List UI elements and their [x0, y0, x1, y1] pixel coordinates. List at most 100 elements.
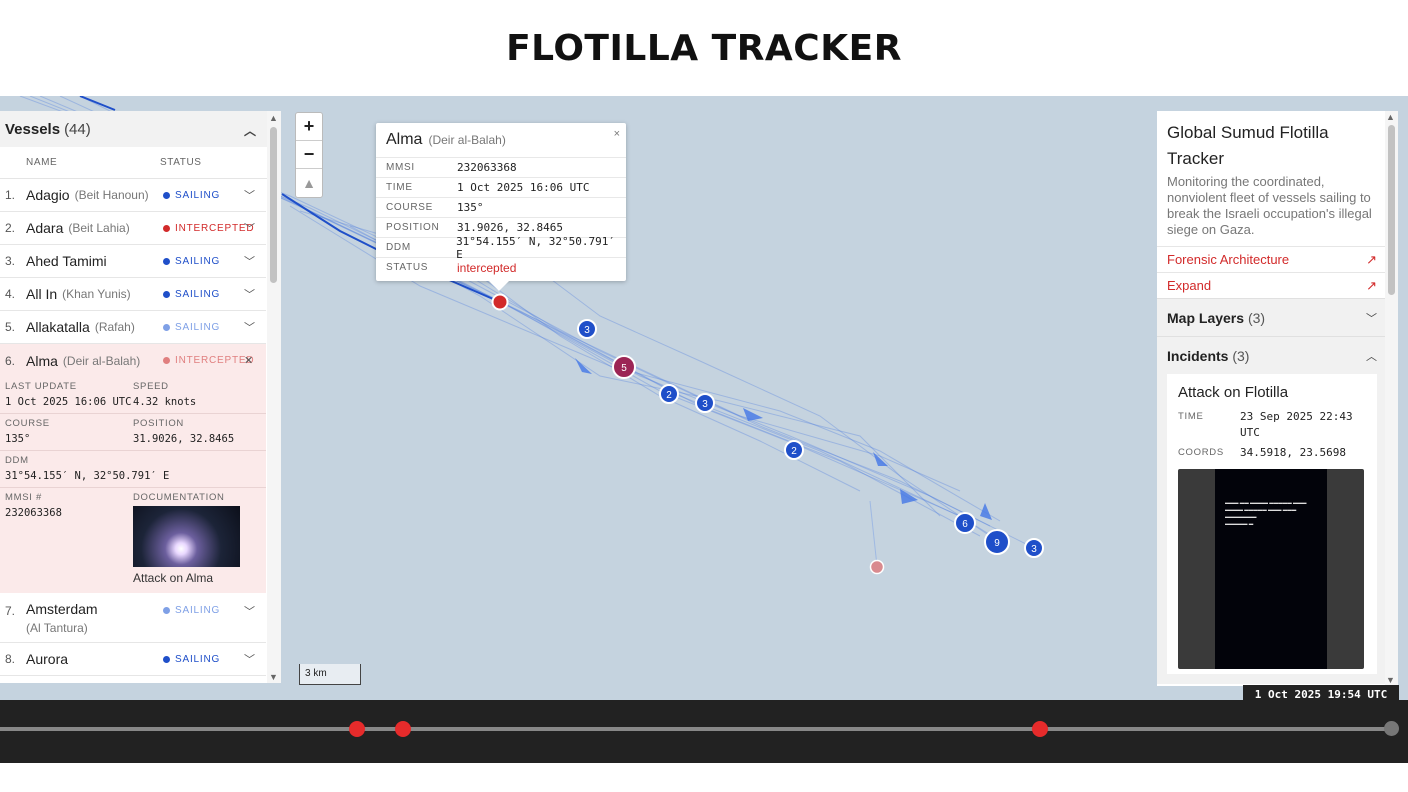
documentation-thumbnail[interactable]	[133, 506, 240, 567]
scrollbar-thumb[interactable]	[270, 127, 277, 283]
map-layers-count: (3)	[1247, 309, 1266, 326]
vessels-column-headers: NAME STATUS	[0, 147, 281, 179]
popup-row: COURSE 135°	[376, 197, 626, 217]
status-dot-icon	[163, 323, 170, 331]
status-badge: SAILING	[163, 289, 220, 300]
incident-card[interactable]: Attack on Flotilla TIME 23 Sep 2025 22:4…	[1167, 374, 1377, 674]
vessel-row[interactable]: 2. Adara (Beit Lahia) INTERCEPTED ﹀	[0, 212, 266, 245]
scroll-up-icon[interactable]: ▲	[269, 113, 278, 123]
zoom-out-button[interactable]: −	[296, 141, 322, 169]
info-panel-scrollbar[interactable]: ▲ ▼	[1385, 111, 1398, 686]
status-badge: INTERCEPTED	[163, 223, 254, 234]
chevron-down-icon[interactable]: ﹀	[244, 253, 255, 269]
vessels-title: Vessels	[5, 120, 61, 138]
incidents-label: Incidents	[1167, 347, 1229, 364]
course-value: 135°	[5, 433, 31, 445]
popup-vessel-name: Alma	[386, 131, 423, 148]
incident-title: Attack on Flotilla	[1178, 384, 1289, 401]
vessel-row-selected[interactable]: 6. Alma (Deir al-Balah) INTERCEPTED ✕	[0, 344, 266, 377]
map-layers-toggle[interactable]: Map Layers (3) ﹀	[1157, 298, 1387, 336]
row-number: 3.	[5, 254, 16, 268]
chevron-down-icon[interactable]: ﹀	[244, 319, 255, 335]
documentation-label: DOCUMENTATION	[133, 492, 225, 503]
ddm-label: DDM	[5, 455, 29, 466]
chevron-up-icon[interactable]: ︿	[244, 122, 256, 139]
mmsi-label: MMSI #	[5, 492, 42, 503]
vessel-row[interactable]: 4. All In (Khan Yunis) SAILING ﹀	[0, 278, 266, 311]
page-title: FLOTILLA TRACKER	[506, 27, 902, 69]
incidents-list: Attack on Flotilla TIME 23 Sep 2025 22:4…	[1157, 374, 1387, 684]
forensic-architecture-link[interactable]: Forensic Architecture ↗	[1157, 246, 1387, 272]
status-badge: SAILING	[163, 654, 220, 665]
timeline-handle[interactable]	[1384, 721, 1399, 736]
vessel-row[interactable]: 3. Ahed Tamimi SAILING ﹀	[0, 245, 266, 278]
detail-row: MMSI # 232063368 DOCUMENTATION Attack on…	[0, 488, 266, 593]
compass-reset-button[interactable]: ▲	[296, 169, 322, 197]
zoom-in-button[interactable]: +	[296, 113, 322, 141]
incidents-count: (3)	[1232, 347, 1250, 364]
incident-marker[interactable]	[349, 721, 365, 737]
incident-marker[interactable]	[1032, 721, 1048, 737]
incident-coords-row: COORDS 34.5918, 23.5698	[1178, 446, 1346, 459]
chevron-down-icon[interactable]: ﹀	[244, 603, 255, 619]
map-view[interactable]: Vessels (44) ︿ NAME STATUS 1. Adagio (Be…	[0, 96, 1408, 700]
vessel-name: All In	[26, 286, 58, 302]
incidents-toggle[interactable]: Incidents (3) ︿	[1157, 336, 1387, 374]
chevron-down-icon[interactable]: ﹀	[244, 651, 255, 667]
course-label: COURSE	[5, 418, 50, 429]
row-number: 2.	[5, 221, 16, 235]
row-number: 4.	[5, 287, 16, 301]
external-link-icon: ↗	[1366, 277, 1377, 293]
vessel-popup: Alma (Deir al-Balah) × MMSI 232063368 TIM…	[376, 123, 626, 291]
external-link-icon: ↗	[1366, 251, 1377, 267]
mmsi-value: 232063368	[5, 507, 62, 519]
zoom-controls: + − ▲	[295, 112, 323, 198]
status-badge: SAILING	[163, 190, 220, 201]
vessels-panel: Vessels (44) ︿ NAME STATUS 1. Adagio (Be…	[0, 111, 281, 683]
vessel-location: (Deir al-Balah)	[62, 353, 141, 368]
row-number: 5.	[5, 320, 16, 334]
chevron-down-icon[interactable]: ﹀	[244, 286, 255, 302]
scrollbar-thumb[interactable]	[1388, 125, 1395, 295]
vessel-name: Allakatalla	[26, 319, 90, 335]
timeline-track[interactable]	[0, 727, 1392, 731]
popup-vessel-location: (Deir al-Balah)	[428, 133, 506, 147]
row-number: 6.	[5, 353, 16, 368]
last-update-label: LAST UPDATE	[5, 381, 77, 392]
vessels-header[interactable]: Vessels (44) ︿	[0, 111, 281, 147]
expand-link[interactable]: Expand ↗	[1157, 272, 1387, 298]
incident-time-row: TIME 23 Sep 2025 22:43 UTC	[1178, 410, 1353, 439]
status-badge: INTERCEPTED	[163, 355, 254, 366]
popup-row: TIME 1 Oct 2025 16:06 UTC	[376, 177, 626, 197]
vessel-location: (Khan Yunis)	[62, 287, 131, 301]
speed-label: SPEED	[133, 381, 169, 392]
vessel-name: Amsterdam	[26, 601, 98, 617]
chevron-down-icon[interactable]: ﹀	[244, 220, 255, 236]
chevron-down-icon[interactable]: ﹀	[244, 187, 255, 203]
status-dot-icon	[163, 607, 170, 614]
incident-marker[interactable]	[395, 721, 411, 737]
incident-video[interactable]: ▬▬▬ ▬▬ ▬▬▬▬ ▬▬▬▬▬ ▬▬▬ ▬▬▬▬ ▬▬▬▬▬ ▬▬▬ ▬▬▬…	[1178, 469, 1364, 669]
map-scale: 3 km	[299, 664, 361, 685]
status-dot-icon	[163, 357, 170, 364]
popup-row: DDM 31°54.155′ N, 32°50.791′ E	[376, 235, 626, 261]
vessels-scrollbar[interactable]: ▲ ▼	[267, 111, 281, 683]
vessels-count: (44)	[64, 120, 91, 138]
detail-row: LAST UPDATE 1 Oct 2025 16:06 UTC SPEED 4…	[0, 377, 266, 414]
vessel-row[interactable]: 5. Allakatalla (Rafah) SAILING ﹀	[0, 311, 266, 344]
scroll-up-icon[interactable]: ▲	[1386, 112, 1395, 122]
chevron-up-icon: ︿	[1366, 350, 1377, 363]
info-description: Monitoring the coordinated, nonviolent f…	[1167, 174, 1372, 237]
status-badge: SAILING	[163, 256, 220, 267]
vessel-row[interactable]: 1. Adagio (Beit Hanoun) SAILING ﹀	[0, 179, 266, 212]
map-layers-label: Map Layers	[1167, 309, 1245, 326]
vessel-row[interactable]: 8. Aurora SAILING ﹀	[0, 643, 266, 676]
scroll-down-icon[interactable]: ▼	[1386, 675, 1395, 685]
scroll-down-icon[interactable]: ▼	[269, 672, 278, 682]
close-icon[interactable]: ✕	[244, 354, 253, 367]
vessel-row[interactable]: 7. Amsterdam (Al Tantura) SAILING ﹀	[0, 593, 266, 643]
vessel-location: (Al Tantura)	[26, 621, 88, 635]
timeline[interactable]	[0, 700, 1408, 763]
row-number: 8.	[5, 652, 16, 666]
popup-close-icon[interactable]: ×	[614, 128, 620, 140]
